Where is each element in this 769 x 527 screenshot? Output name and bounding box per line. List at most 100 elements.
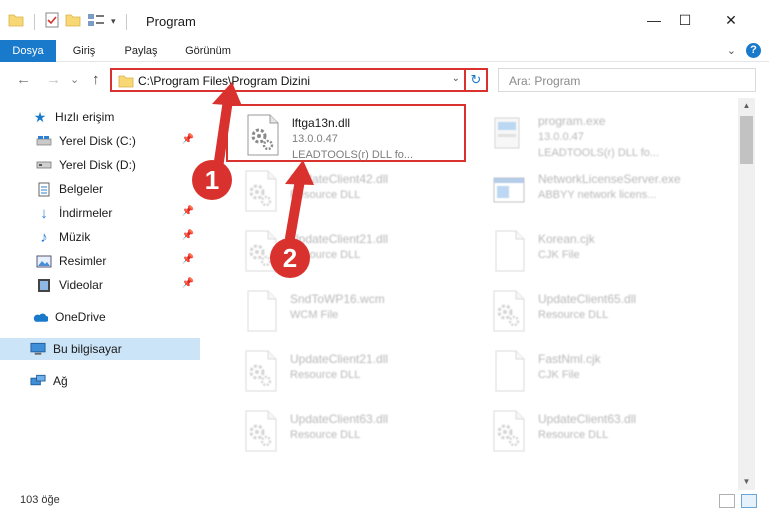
new-folder-icon[interactable] xyxy=(65,13,81,30)
scrollbar-thumb[interactable] xyxy=(740,116,753,164)
forward-button[interactable]: → xyxy=(46,71,61,88)
vertical-scrollbar[interactable]: ▲ ▼ xyxy=(738,98,755,490)
onedrive-icon xyxy=(32,309,48,325)
pin-icon[interactable]: 📌 xyxy=(182,206,194,217)
sidebar-item-onedrive[interactable]: OneDrive xyxy=(0,306,200,328)
view-menu-icon[interactable] xyxy=(87,13,105,30)
pictures-icon xyxy=(36,253,52,269)
videos-icon xyxy=(36,277,52,293)
sidebar-item-network[interactable]: Ağ xyxy=(0,370,200,392)
file-name: UpdateClient21.dll xyxy=(290,352,389,366)
tiles-view-button[interactable] xyxy=(741,494,757,508)
sidebar-item-drive-d[interactable]: Yerel Disk (D:) xyxy=(0,154,200,176)
back-button[interactable]: ← xyxy=(16,71,31,88)
file-detail-1: Resource DLL xyxy=(290,369,361,381)
sidebar-item-label: İndirmeler xyxy=(59,206,113,220)
tab-view[interactable]: Görünüm xyxy=(176,40,240,62)
up-button[interactable]: ↑ xyxy=(92,71,100,88)
sidebar-item-pictures[interactable]: Resimler 📌 xyxy=(0,250,200,272)
file-name: FastNml.cjk xyxy=(538,352,601,366)
file-tile[interactable]: UpdateClient63.dll Resource DLL xyxy=(474,402,714,460)
recent-locations-button[interactable]: ⌄ xyxy=(70,73,79,86)
exe-window-icon xyxy=(492,170,526,212)
refresh-button[interactable]: ↻ xyxy=(466,68,488,92)
file-name: UpdateClient65.dll xyxy=(538,292,637,306)
file-detail-1: CJK File xyxy=(538,369,580,381)
view-switcher xyxy=(719,494,757,508)
sidebar-item-label: Müzik xyxy=(59,230,91,244)
blank-file-icon xyxy=(492,230,526,272)
tab-file[interactable]: Dosya xyxy=(0,40,56,62)
pin-icon[interactable]: 📌 xyxy=(182,230,194,241)
folder-icon xyxy=(118,74,134,91)
file-tile[interactable]: UpdateClient42.dll Resource DLL xyxy=(226,162,466,220)
maximize-button[interactable]: ☐ xyxy=(662,0,708,40)
dll-gear-icon xyxy=(492,410,526,452)
tab-share[interactable]: Paylaş xyxy=(118,40,164,62)
blank-file-icon xyxy=(244,290,278,332)
file-tile[interactable]: UpdateClient63.dll Resource DLL xyxy=(226,402,466,460)
sidebar-item-label: Bu bilgisayar xyxy=(53,342,122,356)
title-bar: ▾ Program — ☐ ✕ xyxy=(0,0,769,40)
scroll-down-arrow[interactable]: ▼ xyxy=(738,474,755,490)
file-name: NetworkLicenseServer.exe xyxy=(538,172,681,186)
music-icon: ♪ xyxy=(40,228,48,246)
expand-ribbon-icon[interactable]: ⌄ xyxy=(727,44,736,57)
ribbon-tabs: Dosya Giriş Paylaş Görünüm ⌄ ? xyxy=(0,40,769,62)
file-tile[interactable]: UpdateClient21.dll Resource DLL xyxy=(226,222,466,280)
chevron-down-icon[interactable]: ⌄ xyxy=(452,73,460,84)
properties-icon[interactable] xyxy=(45,12,59,31)
dll-gear-icon xyxy=(492,290,526,332)
file-detail-1: CJK File xyxy=(538,249,580,261)
navigation-pane: ★ Hızlı erişim Yerel Disk (C:) 📌 Yerel D… xyxy=(0,98,206,490)
file-tile[interactable]: Korean.cjk CJK File xyxy=(474,222,714,280)
pin-icon[interactable]: 📌 xyxy=(182,254,194,265)
search-placeholder: Ara: Program xyxy=(509,74,581,88)
sidebar-item-label: Resimler xyxy=(59,254,107,268)
sidebar-item-documents[interactable]: Belgeler xyxy=(0,178,200,200)
file-name: UpdateClient63.dll xyxy=(290,412,389,426)
search-box[interactable]: Ara: Program xyxy=(498,68,756,92)
file-tile[interactable]: program.exe 13.0.0.47 LEADTOOLS(r) DLL fo.… xyxy=(474,104,714,162)
close-button[interactable]: ✕ xyxy=(708,0,754,40)
sidebar-item-quick-access[interactable]: ★ Hızlı erişim xyxy=(0,106,200,128)
customize-toolbar-icon[interactable]: ▾ xyxy=(111,16,116,27)
downloads-icon: ↓ xyxy=(40,204,48,222)
file-detail-2: LEADTOOLS(r) DLL fo... xyxy=(292,149,414,161)
folder-icon xyxy=(8,13,24,30)
help-icon[interactable]: ? xyxy=(746,43,761,58)
navigation-bar: ← → ⌄ ↑ C:\Program Files\Program Dizini … xyxy=(0,62,769,98)
step-badge-1: 1 xyxy=(192,160,232,200)
sidebar-item-label: Hızlı erişim xyxy=(55,110,115,124)
file-tile[interactable]: NetworkLicenseServer.exe ABBYY network li… xyxy=(474,162,714,220)
tab-home[interactable]: Giriş xyxy=(64,40,104,62)
pin-icon[interactable]: 📌 xyxy=(182,278,194,289)
file-detail-1: Resource DLL xyxy=(538,309,609,321)
file-tile[interactable]: FastNml.cjk CJK File xyxy=(474,342,714,400)
dll-gear-icon xyxy=(244,410,278,452)
sidebar-item-label: Belgeler xyxy=(59,182,104,196)
file-detail-1: Resource DLL xyxy=(290,189,361,201)
step-badge-2: 2 xyxy=(270,238,310,278)
address-bar[interactable]: C:\Program Files\Program Dizini ⌄ xyxy=(110,68,466,92)
sidebar-item-this-pc[interactable]: Bu bilgisayar xyxy=(0,338,200,360)
sidebar-item-label: Videolar xyxy=(59,278,103,292)
file-tile[interactable]: UpdateClient21.dll Resource DLL xyxy=(226,342,466,400)
file-name: Korean.cjk xyxy=(538,232,595,246)
file-name: SndToWP16.wcm xyxy=(290,292,385,306)
sidebar-item-music[interactable]: ♪ Müzik 📌 xyxy=(0,226,200,248)
details-view-button[interactable] xyxy=(719,494,735,508)
file-tile[interactable]: UpdateClient65.dll Resource DLL xyxy=(474,282,714,340)
file-tile[interactable]: SndToWP16.wcm WCM File xyxy=(226,282,466,340)
sidebar-item-downloads[interactable]: ↓ İndirmeler 📌 xyxy=(0,202,200,224)
sidebar-item-drive-c[interactable]: Yerel Disk (C:) 📌 xyxy=(0,130,200,152)
network-icon xyxy=(30,373,46,389)
file-tile-selected[interactable]: lftga13n.dll 13.0.0.47 LEADTOOLS(r) DLL fo… xyxy=(226,104,466,162)
scroll-up-arrow[interactable]: ▲ xyxy=(738,98,755,114)
this-pc-icon xyxy=(30,341,46,357)
file-detail-1: 13.0.0.47 xyxy=(292,133,338,145)
ribbon-controls: ⌄ ? xyxy=(727,43,761,58)
pin-icon[interactable]: 📌 xyxy=(182,134,194,145)
address-path: C:\Program Files\Program Dizini xyxy=(138,74,311,88)
sidebar-item-videos[interactable]: Videolar 📌 xyxy=(0,274,200,296)
